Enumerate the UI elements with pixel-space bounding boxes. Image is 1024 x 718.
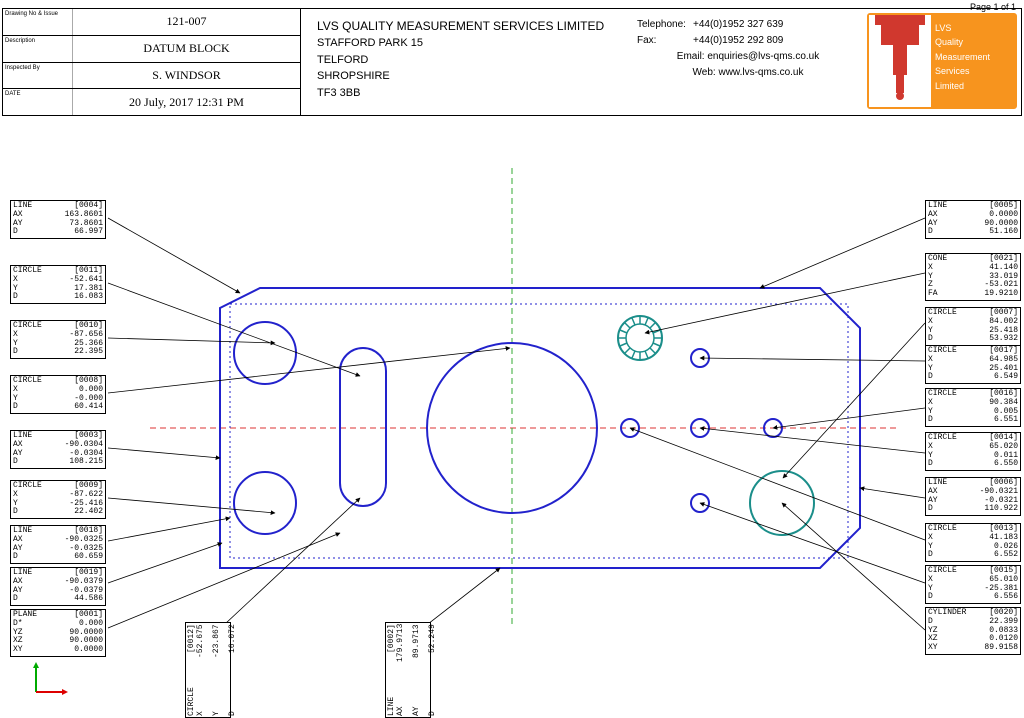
callout-0011: CIRCLE[0011]X-52.641Y17.381D16.083 — [10, 265, 106, 304]
callout-0004: LINE[0004]AX163.8601AY73.8601D66.997 — [10, 200, 106, 239]
axis-indicator — [30, 658, 70, 698]
callout-0002: LINE[0002]AX179.9713AY89.9713D52.249 — [385, 622, 431, 718]
field-description: Description DATUM BLOCK — [3, 36, 300, 63]
company-logo: LVS Quality Measurement Services Limited — [867, 13, 1017, 109]
callout-0008: CIRCLE[0008]X0.000Y-0.000D60.414 — [10, 375, 106, 414]
callout-0012: CIRCLE[0012]X-52.675Y-23.867D16.072 — [185, 622, 231, 718]
field-drawing-no: Drawing No & Issue 121-007 — [3, 9, 300, 36]
callout-0014: CIRCLE[0014]X65.020Y0.011D6.550 — [925, 432, 1021, 471]
callout-0001: PLANE[0001]D*0.000YZ90.0000XZ90.0000XY0.… — [10, 609, 106, 657]
callout-0015: CIRCLE[0015]X65.010Y-25.381D6.556 — [925, 565, 1021, 604]
callout-0009: CIRCLE[0009]X-87.622Y-25.416D22.402 — [10, 480, 106, 519]
field-inspected-by: Inspected By S. WINDSOR — [3, 63, 300, 90]
field-date: DATE 20 July, 2017 12:31 PM — [3, 89, 300, 115]
company-address: LVS QUALITY MEASUREMENT SERVICES LIMITED… — [301, 9, 633, 115]
callout-0021: CONE[0021]X41.140Y33.019Z-53.021FA19.921… — [925, 253, 1021, 301]
probe-icon — [869, 15, 931, 107]
company-contact: Telephone:+44(0)1952 327 639 Fax:+44(0)1… — [633, 9, 863, 115]
callout-0013: CIRCLE[0013]X41.183Y0.026D6.552 — [925, 523, 1021, 562]
drawing-canvas — [0, 118, 1024, 718]
callout-0003: LINE[0003]AX-90.0304AY-0.0304D108.215 — [10, 430, 106, 469]
callout-0010: CIRCLE[0010]X-87.656Y25.366D22.395 — [10, 320, 106, 359]
callout-0007: CIRCLE[0007]X84.002Y25.418D53.932 — [925, 307, 1021, 346]
header-fields: Drawing No & Issue 121-007 Description D… — [3, 9, 301, 115]
callout-0016: CIRCLE[0016]X90.384Y0.005D6.551 — [925, 388, 1021, 427]
callout-0006: LINE[0006]AX-90.0321AY-0.0321D110.922 — [925, 477, 1021, 516]
callout-0017: CIRCLE[0017]X64.985Y25.401D6.549 — [925, 345, 1021, 384]
callout-0019: LINE[0019]AX-90.0379AY-0.0379D44.586 — [10, 567, 106, 606]
callout-0018: LINE[0018]AX-90.0325AY-0.0325D60.659 — [10, 525, 106, 564]
report-header: Drawing No & Issue 121-007 Description D… — [2, 8, 1022, 116]
callout-0005: LINE[0005]AX0.0000AY90.0000D51.160 — [925, 200, 1021, 239]
callout-0020: CYLINDER[0020]D22.399YZ0.0833XZ0.0120XY8… — [925, 607, 1021, 655]
